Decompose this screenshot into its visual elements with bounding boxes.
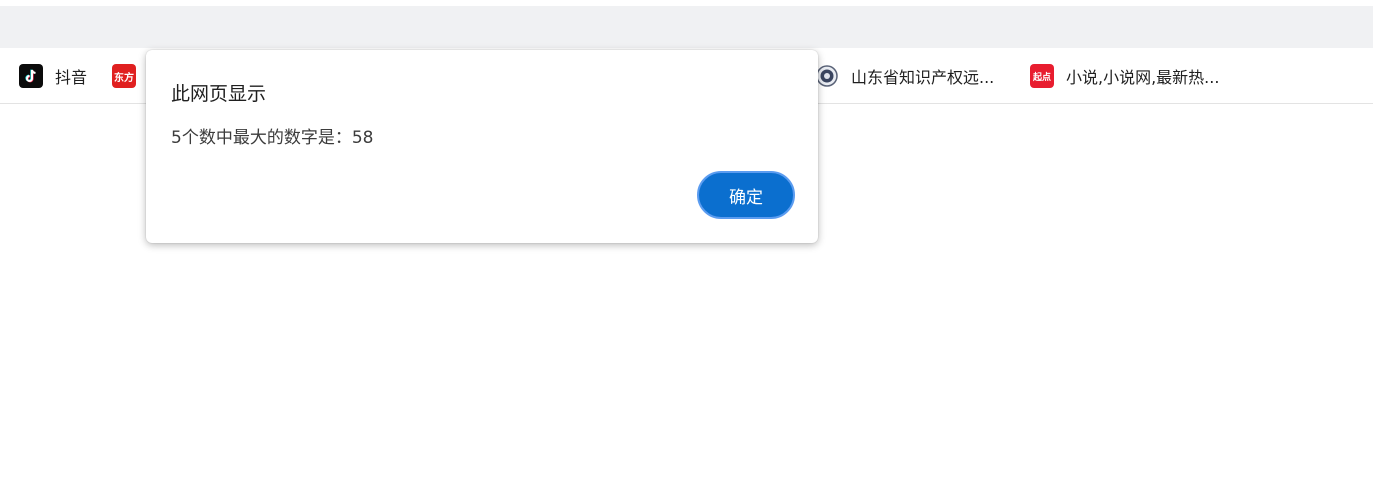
bookmark-label: 小说,小说网,最新热... bbox=[1066, 68, 1220, 87]
browser-toolbar bbox=[0, 6, 1373, 48]
ok-button[interactable]: 确定 bbox=[697, 171, 795, 219]
qidian-icon: 起点 bbox=[1030, 64, 1054, 88]
seal-icon bbox=[815, 64, 839, 88]
dialog-title: 此网页显示 bbox=[171, 83, 267, 105]
bookmark-label: 山东省知识产权远... bbox=[851, 68, 995, 87]
alert-dialog: 此网页显示 5个数中最大的数字是：58 确定 bbox=[146, 50, 818, 243]
tiktok-icon bbox=[19, 64, 43, 88]
dongfang-icon: 东方 bbox=[112, 64, 136, 88]
bookmark-qidian[interactable]: 起点 小说,小说网,最新热... bbox=[1030, 62, 1219, 90]
dialog-message: 5个数中最大的数字是：58 bbox=[171, 128, 374, 148]
bookmark-douyin[interactable]: 抖音 bbox=[19, 62, 87, 90]
bookmark-label: 抖音 bbox=[55, 68, 88, 87]
bookmark-dongfang[interactable]: 东方 bbox=[112, 62, 148, 90]
bookmark-shandong-ip[interactable]: 山东省知识产权远... bbox=[815, 62, 994, 90]
